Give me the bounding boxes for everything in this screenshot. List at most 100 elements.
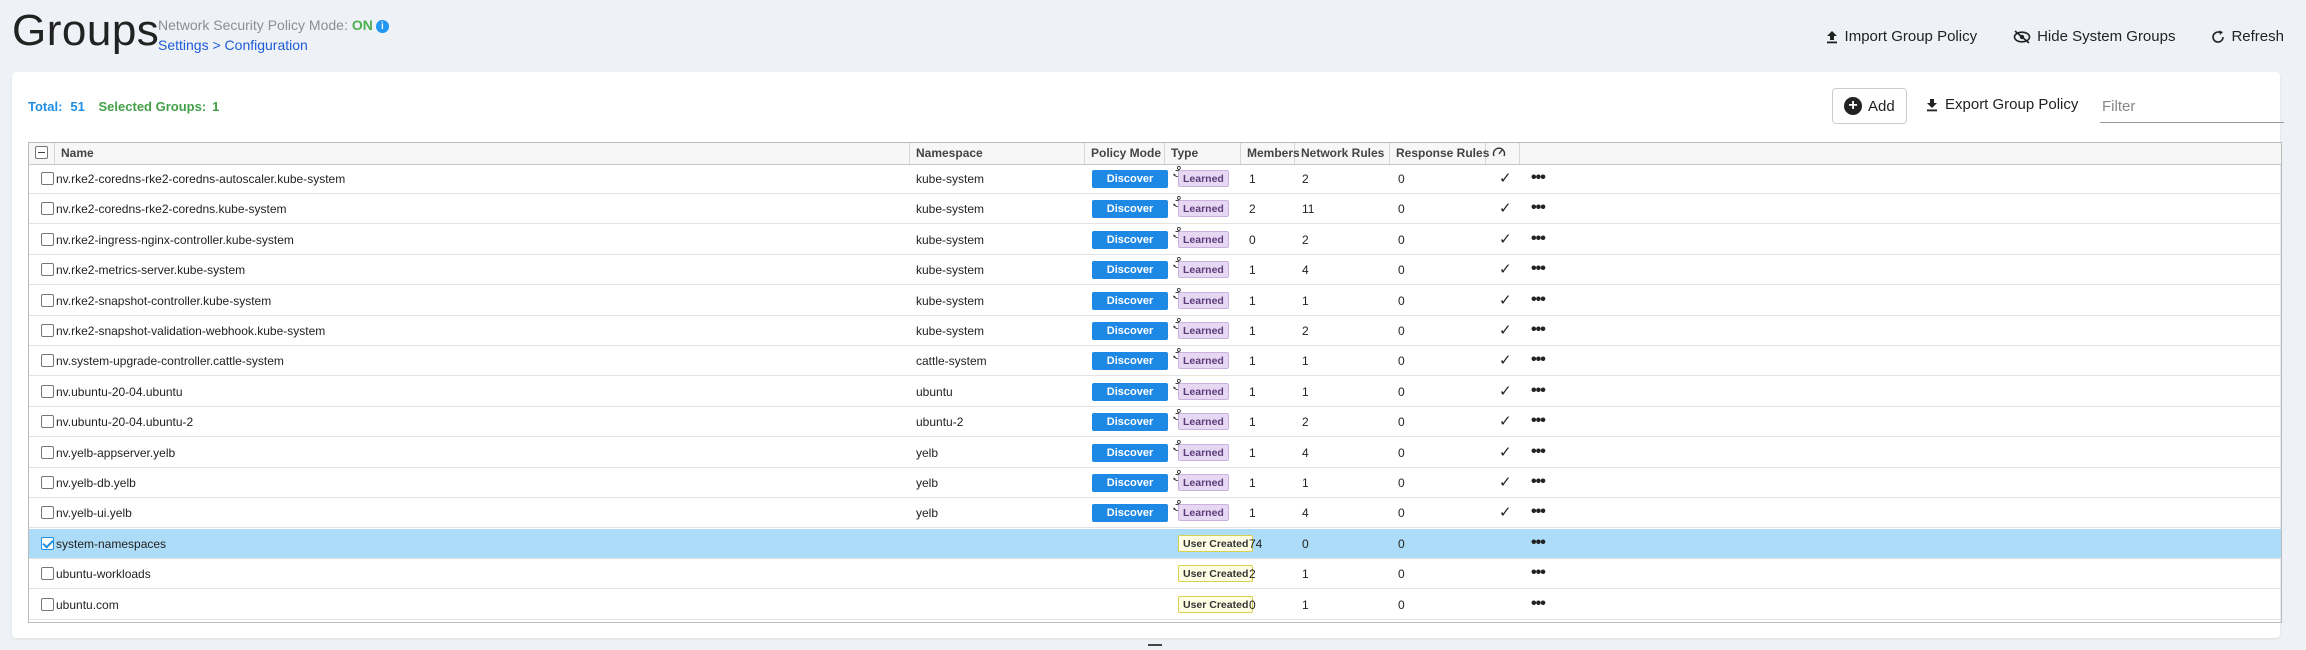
row-checkbox[interactable] [41, 354, 54, 368]
more-options-icon[interactable]: ••• [1531, 467, 1546, 497]
policy-mode-badge[interactable]: Discover [1092, 504, 1168, 523]
add-group-button[interactable]: + Add [1832, 88, 1907, 124]
row-checkbox[interactable] [41, 324, 54, 337]
members-count: 1 [1249, 506, 1256, 521]
table-row[interactable]: nv.system-upgrade-controller.cattle-syst… [29, 345, 2281, 377]
row-checkbox[interactable] [41, 384, 54, 398]
more-options-icon[interactable]: ••• [1531, 437, 1546, 467]
group-name[interactable]: nv.rke2-coredns-rke2-coredns-autoscaler.… [56, 164, 345, 194]
table-row[interactable]: nv.yelb-db.yelbyelbDiscover⚓Learned110✓•… [29, 468, 2281, 498]
col-members[interactable]: Members [1241, 143, 1300, 164]
policy-mode-line: Network Security Policy Mode: ON i [158, 17, 389, 33]
import-group-policy-label: Import Group Policy [1844, 28, 1978, 45]
row-checkbox[interactable] [41, 232, 54, 246]
hide-system-groups-button[interactable]: Hide System Groups [2013, 28, 2175, 45]
table-row[interactable]: nv.rke2-ingress-nginx-controller.kube-sy… [29, 225, 2281, 255]
row-checkbox[interactable] [41, 415, 54, 429]
group-name[interactable]: nv.rke2-ingress-nginx-controller.kube-sy… [56, 225, 294, 255]
row-checkbox[interactable] [41, 476, 54, 489]
add-label: Add [1868, 97, 1895, 115]
more-options-icon[interactable]: ••• [1531, 558, 1546, 588]
more-options-icon[interactable]: ••• [1531, 315, 1546, 345]
row-checkbox[interactable] [41, 445, 54, 459]
col-response-rules[interactable]: Response Rules [1390, 143, 1489, 164]
row-checkbox[interactable] [41, 506, 54, 520]
group-name[interactable]: nv.yelb-db.yelb [56, 468, 136, 498]
summary-stats: Total: 51 Selected Groups: 1 [28, 99, 219, 114]
type-badge: Learned [1178, 261, 1229, 279]
group-name[interactable]: nv.rke2-metrics-server.kube-system [56, 255, 245, 285]
more-options-icon[interactable]: ••• [1531, 193, 1546, 223]
table-row[interactable]: nv.rke2-metrics-server.kube-system kube-s… [29, 254, 2281, 286]
group-name[interactable]: nv.system-upgrade-controller.cattle-syst… [56, 346, 284, 376]
table-row[interactable]: system-namespaces User Created 74 0 0 ••• [29, 528, 2281, 559]
row-checkbox[interactable] [41, 202, 54, 216]
row-checkbox[interactable] [41, 597, 54, 611]
row-checkbox[interactable] [41, 536, 54, 550]
page-header: Groups Network Security Policy Mode: ON i … [0, 0, 2306, 72]
more-options-icon[interactable]: ••• [1531, 345, 1546, 375]
policy-mode-badge[interactable]: Discover [1092, 322, 1168, 340]
policy-mode-badge[interactable]: Discover [1092, 352, 1168, 371]
policy-mode-badge[interactable]: Discover [1092, 291, 1168, 310]
more-options-icon[interactable]: ••• [1531, 528, 1546, 558]
row-checkbox[interactable] [41, 172, 54, 185]
row-checkbox[interactable] [41, 293, 54, 307]
table-row[interactable]: nv.rke2-snapshot-controller.kube-system k… [29, 286, 2281, 316]
more-options-icon[interactable]: ••• [1531, 285, 1546, 315]
group-name[interactable]: nv.yelb-appserver.yelb [56, 438, 175, 468]
more-options-icon[interactable]: ••• [1531, 406, 1546, 436]
policy-mode-badge[interactable]: Discover [1092, 200, 1168, 219]
filter-input[interactable] [2100, 90, 2284, 123]
row-checkbox[interactable] [41, 263, 54, 277]
policy-mode-badge[interactable]: Discover [1092, 443, 1168, 462]
members-count: 2 [1249, 567, 1256, 582]
col-network-rules[interactable]: Network Rules [1295, 143, 1390, 164]
table-row[interactable]: nv.rke2-coredns-rke2-coredns-autoscaler.… [29, 164, 2281, 194]
col-status[interactable] [1486, 143, 1520, 164]
policy-mode-badge[interactable]: Discover [1092, 413, 1168, 432]
table-row[interactable]: nv.rke2-coredns-rke2-coredns.kube-system… [29, 193, 2281, 225]
more-options-icon[interactable]: ••• [1531, 589, 1546, 619]
group-name[interactable]: ubuntu-workloads [56, 559, 151, 589]
more-options-icon[interactable]: ••• [1531, 376, 1546, 406]
group-name[interactable]: nv.ubuntu-20-04.ubuntu [56, 377, 183, 407]
group-name[interactable]: nv.rke2-snapshot-validation-webhook.kube… [56, 316, 325, 346]
more-options-icon[interactable]: ••• [1531, 163, 1546, 193]
table-row[interactable]: nv.yelb-ui.yelbyelbDiscover⚓Learned140✓•… [29, 497, 2281, 529]
group-name[interactable]: ubuntu.com [56, 590, 119, 620]
policy-mode-badge[interactable]: Discover [1092, 382, 1168, 401]
import-group-policy-button[interactable]: Import Group Policy [1825, 28, 1978, 45]
breadcrumb[interactable]: Settings > Configuration [158, 37, 308, 53]
table-row[interactable]: nv.yelb-appserver.yelbyelbDiscover⚓Learn… [29, 438, 2281, 468]
refresh-button[interactable]: Refresh [2211, 28, 2284, 45]
policy-mode-badge[interactable]: Discover [1092, 230, 1168, 249]
policy-mode-badge[interactable]: Discover [1092, 170, 1168, 188]
group-namespace: kube-system [916, 202, 985, 217]
table-row[interactable]: nv.rke2-snapshot-validation-webhook.kube… [29, 316, 2281, 346]
group-name[interactable]: nv.rke2-snapshot-controller.kube-system [56, 286, 271, 316]
info-icon[interactable]: i [375, 20, 389, 33]
col-name[interactable]: Name [55, 143, 910, 164]
table-row[interactable]: ubuntu.com User Created 0 1 0 ••• [29, 590, 2281, 620]
more-options-icon[interactable]: ••• [1531, 497, 1546, 527]
policy-mode-badge[interactable]: Discover [1092, 474, 1168, 492]
more-options-icon[interactable]: ••• [1531, 224, 1546, 254]
row-checkbox[interactable] [41, 567, 54, 581]
check-icon: ✓ [1499, 291, 1512, 309]
group-name[interactable]: nv.ubuntu-20-04.ubuntu-2 [56, 407, 193, 437]
table-row[interactable]: ubuntu-workloads User Created 2 1 0 ••• [29, 558, 2281, 590]
resize-handle[interactable] [1148, 644, 1162, 650]
group-name[interactable]: system-namespaces [56, 529, 166, 559]
more-options-icon[interactable]: ••• [1531, 254, 1546, 284]
policy-mode-badge[interactable]: Discover [1092, 261, 1168, 280]
table-row[interactable]: nv.ubuntu-20-04.ubuntu-2 ubuntu-2 Discover… [29, 406, 2281, 438]
table-row[interactable]: nv.ubuntu-20-04.ubuntuubuntuDiscover⚓Lea… [29, 377, 2281, 407]
export-group-policy-button[interactable]: Export Group Policy [1925, 96, 2078, 113]
col-namespace[interactable]: Namespace [910, 143, 1085, 164]
col-type[interactable]: Type [1165, 143, 1241, 164]
group-name[interactable]: nv.rke2-coredns-rke2-coredns.kube-system [56, 194, 287, 224]
col-policy-mode[interactable]: Policy Mode [1085, 143, 1165, 164]
group-name[interactable]: nv.yelb-ui.yelb [56, 498, 132, 528]
select-all-checkbox[interactable] [35, 146, 48, 159]
